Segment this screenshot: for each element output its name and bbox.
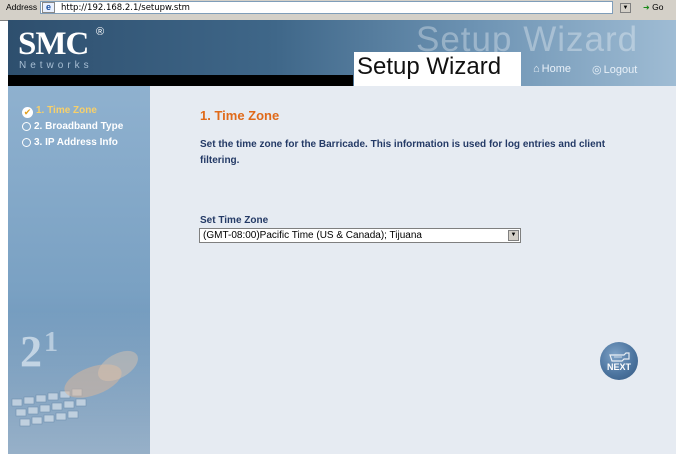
- sidebar-item-label: 2. Broadband Type: [34, 121, 124, 132]
- address-url: http://192.168.2.1/setupw.stm: [61, 3, 190, 13]
- page-title: Setup Wizard: [357, 53, 502, 80]
- timezone-select[interactable]: (GMT-08:00)Pacific Time (US & Canada); T…: [199, 228, 521, 243]
- go-label: Go: [652, 2, 664, 12]
- smc-logo: SMC: [18, 26, 89, 62]
- svg-text:1: 1: [44, 327, 58, 358]
- radio-icon: [22, 122, 31, 131]
- address-input[interactable]: e http://192.168.2.1/setupw.stm: [40, 1, 613, 14]
- networks-tagline: Networks: [19, 60, 93, 71]
- step-description: Set the time zone for the Barricade. Thi…: [200, 139, 606, 166]
- sidebar-item-time-zone[interactable]: ✔ 1. Time Zone: [22, 105, 97, 118]
- ie-page-icon: e: [42, 2, 55, 13]
- home-label: Home: [541, 63, 571, 75]
- radio-icon: [22, 138, 31, 147]
- keyboard-hand-artwork: 2 1: [8, 311, 150, 454]
- sidebar: ✔ 1. Time Zone 2. Broadband Type 3. IP Ad…: [8, 86, 150, 454]
- address-label: Address: [6, 2, 38, 12]
- sidebar-item-label: 1. Time Zone: [36, 105, 97, 116]
- timezone-value: (GMT-08:00)Pacific Time (US & Canada); T…: [203, 230, 422, 241]
- check-icon: ✔: [22, 107, 33, 118]
- step-title: 1. Time Zone: [200, 108, 280, 123]
- svg-text:2: 2: [20, 327, 42, 376]
- go-button[interactable]: ➜ Go: [643, 2, 663, 12]
- address-dropdown-button[interactable]: ▼: [620, 3, 631, 13]
- sidebar-item-label: 3. IP Address Info: [34, 137, 118, 148]
- sidebar-item-broadband-type[interactable]: 2. Broadband Type: [22, 121, 123, 132]
- browser-address-bar: Address e http://192.168.2.1/setupw.stm …: [0, 0, 676, 21]
- next-label: NEXT: [606, 362, 631, 372]
- logout-link[interactable]: ◎ Logout: [592, 63, 637, 76]
- registered-mark: ®: [96, 26, 105, 38]
- main-panel: 1. Time Zone Set the time zone for the B…: [150, 86, 676, 454]
- logout-icon: ◎: [592, 64, 602, 76]
- go-arrow-icon: ➜: [643, 3, 650, 12]
- sidebar-item-ip-address-info[interactable]: 3. IP Address Info: [22, 137, 118, 148]
- home-link[interactable]: ⌂ Home: [533, 63, 571, 75]
- header-black-bar: [8, 75, 353, 86]
- chevron-down-icon[interactable]: ▼: [508, 230, 519, 241]
- next-button[interactable]: NEXT: [600, 342, 638, 380]
- timezone-label: Set Time Zone: [200, 215, 269, 226]
- logout-label: Logout: [603, 64, 638, 76]
- home-icon: ⌂: [533, 63, 540, 75]
